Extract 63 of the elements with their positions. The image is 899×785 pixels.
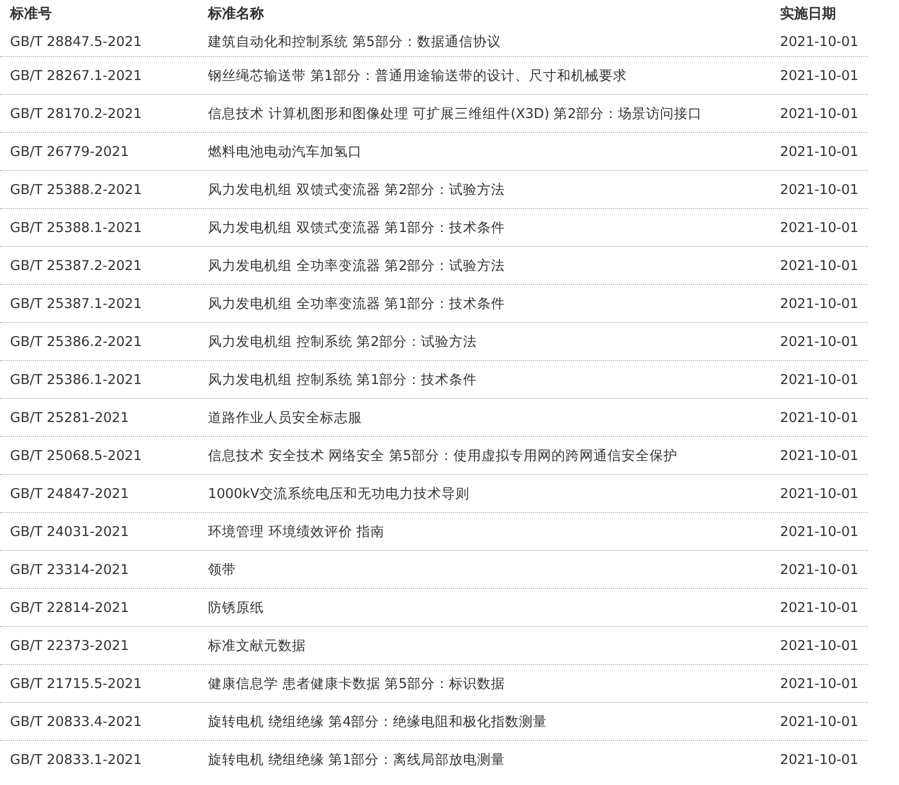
table-cell-text: 2021-10-01 [780, 372, 860, 388]
table-cell-text: 风力发电机组 双馈式变流器 第1部分：技术条件 [208, 218, 506, 236]
table-cell-text: GB/T 25068.5-2021 [10, 448, 143, 464]
table-cell-text: GB/T 25387.1-2021 [10, 296, 143, 312]
table-cell-text: GB/T 25387.2-2021 [10, 258, 143, 274]
table-cell-text: 环境管理 环境绩效评价 指南 [208, 522, 386, 540]
table-cell-text: 2021-10-01 [780, 638, 860, 654]
table-cell-text: 2021-10-01 [780, 448, 860, 464]
table-cell-text: 风力发电机组 控制系统 第2部分：试验方法 [208, 332, 478, 350]
table-cell-text: GB/T 25388.2-2021 [10, 182, 143, 198]
table-cell-text: 2021-10-01 [780, 600, 860, 616]
table-cell-text: 旋转电机 绕组绝缘 第1部分：离线局部放电测量 [208, 750, 506, 768]
table-cell-text: 健康信息学 患者健康卡数据 第5部分：标识数据 [208, 674, 506, 692]
table-cell-text: 道路作业人员安全标志服 [208, 408, 363, 426]
table-cell-text: GB/T 24847-2021 [10, 486, 130, 502]
table-cell-text: 2021-10-01 [780, 258, 860, 274]
table-cell-text: 2021-10-01 [780, 562, 860, 578]
table-cell-text: 建筑自动化和控制系统 第5部分：数据通信协议 [208, 33, 502, 51]
table-cell-text: 风力发电机组 全功率变流器 第1部分：技术条件 [208, 294, 506, 312]
column-header: 标准名称 [208, 5, 265, 23]
table-cell-text: 领带 [208, 560, 237, 578]
table-cell-text: 风力发电机组 控制系统 第1部分：技术条件 [208, 370, 478, 388]
table-cell-text: GB/T 25388.1-2021 [10, 220, 143, 236]
table-cell-text: 2021-10-01 [780, 334, 860, 350]
table-cell-text: 2021-10-01 [780, 182, 860, 198]
table-cell-text: 标准文献元数据 [208, 636, 307, 654]
table-cell-text: 旋转电机 绕组绝缘 第4部分：绝缘电阻和极化指数测量 [208, 712, 548, 730]
table-cell-text: 风力发电机组 全功率变流器 第2部分：试验方法 [208, 256, 506, 274]
table-cell-text: 2021-10-01 [780, 410, 860, 426]
column-header: 标准号 [10, 5, 53, 23]
table-cell-text: GB/T 20833.4-2021 [10, 714, 143, 730]
table-cell-text: 钢丝绳芯输送带 第1部分：普通用途输送带的设计、尺寸和机械要求 [208, 66, 628, 84]
table-cell-text: 2021-10-01 [780, 144, 860, 160]
table-cell-text: GB/T 25281-2021 [10, 410, 130, 426]
table-cell-text: GB/T 20833.1-2021 [10, 752, 143, 768]
table-cell-text: GB/T 22814-2021 [10, 600, 130, 616]
table-cell-text: GB/T 28170.2-2021 [10, 106, 143, 122]
table-cell-text: 2021-10-01 [780, 220, 860, 236]
table-cell-text: GB/T 25386.1-2021 [10, 372, 143, 388]
table-cell-text: GB/T 22373-2021 [10, 638, 130, 654]
table-cell-text: 2021-10-01 [780, 68, 860, 84]
table-cell-text: 信息技术 计算机图形和图像处理 可扩展三维组件(X3D) 第2部分：场景访问接口 [208, 104, 704, 122]
table-cell-text: GB/T 28267.1-2021 [10, 68, 143, 84]
table-cell-text: GB/T 21715.5-2021 [10, 676, 143, 692]
table-cell-text: GB/T 26779-2021 [10, 144, 130, 160]
table-cell-text: 2021-10-01 [780, 486, 860, 502]
table-cell-text: 信息技术 安全技术 网络安全 第5部分：使用虚拟专用网的跨网通信安全保护 [208, 446, 678, 464]
table-cell-text: 2021-10-01 [780, 752, 860, 768]
table-cell-text: 2021-10-01 [780, 676, 860, 692]
table-cell-text: 2021-10-01 [780, 524, 860, 540]
table-cell-text: 防锈原纸 [208, 598, 265, 616]
table-cell-text: GB/T 28847.5-2021 [10, 34, 143, 50]
table-cell-text: GB/T 23314-2021 [10, 562, 130, 578]
table-cell-text: 风力发电机组 双馈式变流器 第2部分：试验方法 [208, 180, 506, 198]
table-cell-text: GB/T 25386.2-2021 [10, 334, 143, 350]
table-cell-text: 2021-10-01 [780, 296, 860, 312]
table-cell-text: 2021-10-01 [780, 34, 860, 50]
table-cell-text: GB/T 24031-2021 [10, 524, 130, 540]
table-cell-text: 燃料电池电动汽车加氢口 [208, 142, 363, 160]
table-cell-text: 1000kV交流系统电压和无功电力技术导则 [208, 484, 470, 502]
table-cell-text: 2021-10-01 [780, 106, 860, 122]
column-header: 实施日期 [780, 5, 837, 23]
table-cell-text: 2021-10-01 [780, 714, 860, 730]
